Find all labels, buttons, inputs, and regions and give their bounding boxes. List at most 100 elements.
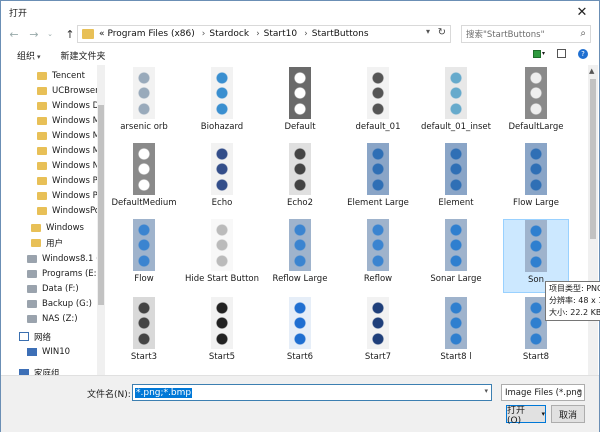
file-name: Biohazard bbox=[200, 122, 244, 132]
file-item[interactable]: DefaultMedium bbox=[111, 143, 177, 217]
open-button[interactable]: 打开(O) ▾ bbox=[506, 405, 546, 426]
help-icon[interactable]: ? bbox=[577, 48, 589, 59]
nav-item[interactable]: UCBrowser bbox=[37, 83, 97, 98]
filename-value[interactable]: *.png;*.bmp bbox=[135, 387, 193, 398]
breadcrumb-separator-icon[interactable]: › bbox=[256, 29, 260, 39]
file-item[interactable]: Flow Large bbox=[503, 143, 569, 217]
navigation-scrollbar[interactable] bbox=[97, 65, 105, 375]
folder-icon bbox=[37, 191, 47, 200]
file-item[interactable]: Hide Start Button bbox=[185, 219, 259, 293]
nav-item[interactable]: Tencent bbox=[37, 68, 97, 83]
file-item[interactable]: Reflow bbox=[345, 219, 411, 293]
cancel-button[interactable]: 取消 bbox=[551, 405, 585, 423]
filename-input[interactable]: *.png;*.bmp ▾ bbox=[132, 384, 492, 401]
file-item[interactable]: Start8 l bbox=[423, 297, 489, 371]
file-item[interactable]: Flow bbox=[111, 219, 177, 293]
search-input[interactable]: 搜索"StartButtons" ⌕ bbox=[461, 25, 591, 43]
file-list-scrollbar[interactable]: ▲ bbox=[588, 65, 598, 375]
nav-item[interactable]: Data (F:) bbox=[27, 281, 97, 296]
navigation-pane: Tencent UCBrowser Windows De Windows M Windo… bbox=[1, 65, 105, 375]
chevron-down-icon[interactable]: ▾ bbox=[541, 410, 545, 418]
file-item[interactable]: Element bbox=[423, 143, 489, 217]
nav-item[interactable]: WindowsPo bbox=[37, 203, 97, 218]
nav-item[interactable]: Windows N bbox=[37, 158, 97, 173]
file-item[interactable]: Sonar Large bbox=[423, 219, 489, 293]
tooltip-type: 项目类型: PNG bbox=[549, 284, 600, 293]
pc-icon bbox=[27, 347, 37, 356]
breadcrumb-program-files[interactable]: Program Files (x86) bbox=[108, 29, 195, 39]
file-item[interactable]: Start6 bbox=[267, 297, 333, 371]
navigation-row: ← → ⌄ ↑ « Program Files (x86) › Stardock… bbox=[1, 23, 599, 45]
file-item[interactable]: default_01_inset bbox=[421, 67, 491, 141]
up-arrow-icon[interactable]: ↑ bbox=[63, 26, 77, 42]
breadcrumb-start10[interactable]: Start10 bbox=[264, 29, 297, 39]
nav-item-label: Windows8.1 (D bbox=[42, 253, 97, 264]
forward-arrow-icon[interactable]: → bbox=[27, 26, 41, 42]
nav-item[interactable]: Windows De bbox=[37, 98, 97, 113]
file-item[interactable]: Echo2 bbox=[267, 143, 333, 217]
refresh-icon[interactable]: ↻ bbox=[438, 27, 446, 38]
button-state-image bbox=[448, 177, 464, 193]
search-icon[interactable]: ⌕ bbox=[580, 28, 586, 39]
button-state-image bbox=[214, 331, 230, 347]
close-icon[interactable]: ✕ bbox=[565, 1, 599, 23]
chevron-down-icon[interactable]: ▾ bbox=[484, 387, 488, 395]
nav-item[interactable]: Windows Po bbox=[37, 188, 97, 203]
file-item[interactable]: Reflow Large bbox=[267, 219, 333, 293]
organize-button[interactable]: 组织 ▾ bbox=[17, 49, 41, 62]
button-state-image bbox=[292, 331, 308, 347]
button-state-image bbox=[448, 101, 464, 117]
nav-item[interactable]: 用户 bbox=[31, 235, 97, 250]
breadcrumb-startbuttons[interactable]: StartButtons bbox=[312, 29, 369, 39]
nav-item[interactable]: 网络 bbox=[19, 329, 97, 344]
file-item[interactable]: Echo bbox=[189, 143, 255, 217]
button-state-image bbox=[292, 70, 308, 86]
chevron-down-icon[interactable]: ▾ bbox=[426, 27, 430, 36]
scrollbar-thumb[interactable] bbox=[98, 105, 104, 305]
file-item[interactable]: DefaultLarge bbox=[503, 67, 569, 141]
nav-item[interactable]: Backup (G:) bbox=[27, 296, 97, 311]
file-item[interactable]: Biohazard bbox=[189, 67, 255, 141]
address-bar[interactable]: « Program Files (x86) › Stardock › Start… bbox=[77, 25, 451, 43]
nav-item[interactable]: Windows bbox=[31, 220, 97, 235]
new-folder-button[interactable]: 新建文件夹 bbox=[61, 49, 106, 62]
file-item[interactable]: arsenic orb bbox=[111, 67, 177, 141]
nav-item-label: Programs (E:) bbox=[42, 268, 97, 279]
chevron-down-icon[interactable]: ▾ bbox=[577, 387, 581, 395]
button-state-image bbox=[528, 101, 544, 117]
file-name: DefaultLarge bbox=[508, 122, 564, 132]
button-state-image bbox=[214, 85, 230, 101]
nav-item[interactable]: Programs (E:) bbox=[27, 266, 97, 281]
breadcrumb-overflow[interactable]: « bbox=[99, 29, 105, 39]
nav-item[interactable]: 家庭组 bbox=[19, 365, 97, 375]
nav-item[interactable]: Windows M bbox=[37, 113, 97, 128]
nav-item[interactable]: WIN10 bbox=[27, 344, 97, 359]
scroll-up-icon[interactable]: ▲ bbox=[589, 67, 594, 75]
button-state-image bbox=[214, 70, 230, 86]
file-item[interactable]: default_01 bbox=[345, 67, 411, 141]
drive-icon bbox=[27, 284, 37, 293]
file-name: Flow bbox=[134, 274, 154, 284]
file-type-select[interactable]: Image Files (*.png ▾ bbox=[501, 384, 585, 401]
nav-item[interactable]: Windows8.1 (D bbox=[27, 251, 97, 266]
preview-pane-icon[interactable] bbox=[555, 48, 567, 59]
file-item[interactable]: Element Large bbox=[345, 143, 411, 217]
breadcrumb-stardock[interactable]: Stardock bbox=[209, 29, 249, 39]
nav-item[interactable]: Windows M bbox=[37, 128, 97, 143]
file-thumbnail bbox=[289, 143, 311, 195]
back-arrow-icon[interactable]: ← bbox=[7, 26, 21, 42]
breadcrumb-separator-icon[interactable]: › bbox=[202, 29, 206, 39]
file-item[interactable]: Start3 bbox=[111, 297, 177, 371]
dialog-footer: 文件名(N): *.png;*.bmp ▾ Image Files (*.png… bbox=[1, 375, 599, 432]
nav-item[interactable]: Windows M bbox=[37, 143, 97, 158]
breadcrumb-separator-icon[interactable]: › bbox=[304, 29, 308, 39]
scrollbar-thumb[interactable] bbox=[590, 79, 596, 239]
toolbar: 组织 ▾ 新建文件夹 ▾ ? bbox=[1, 45, 599, 65]
nav-item[interactable]: NAS (Z:) bbox=[27, 311, 97, 326]
nav-item[interactable]: Windows Ph bbox=[37, 173, 97, 188]
file-item[interactable]: Start5 bbox=[189, 297, 255, 371]
view-options-icon[interactable]: ▾ bbox=[533, 48, 545, 59]
file-item[interactable]: Default bbox=[267, 67, 333, 141]
file-item[interactable]: Start7 bbox=[345, 297, 411, 371]
recent-chevron-icon[interactable]: ⌄ bbox=[43, 26, 57, 42]
